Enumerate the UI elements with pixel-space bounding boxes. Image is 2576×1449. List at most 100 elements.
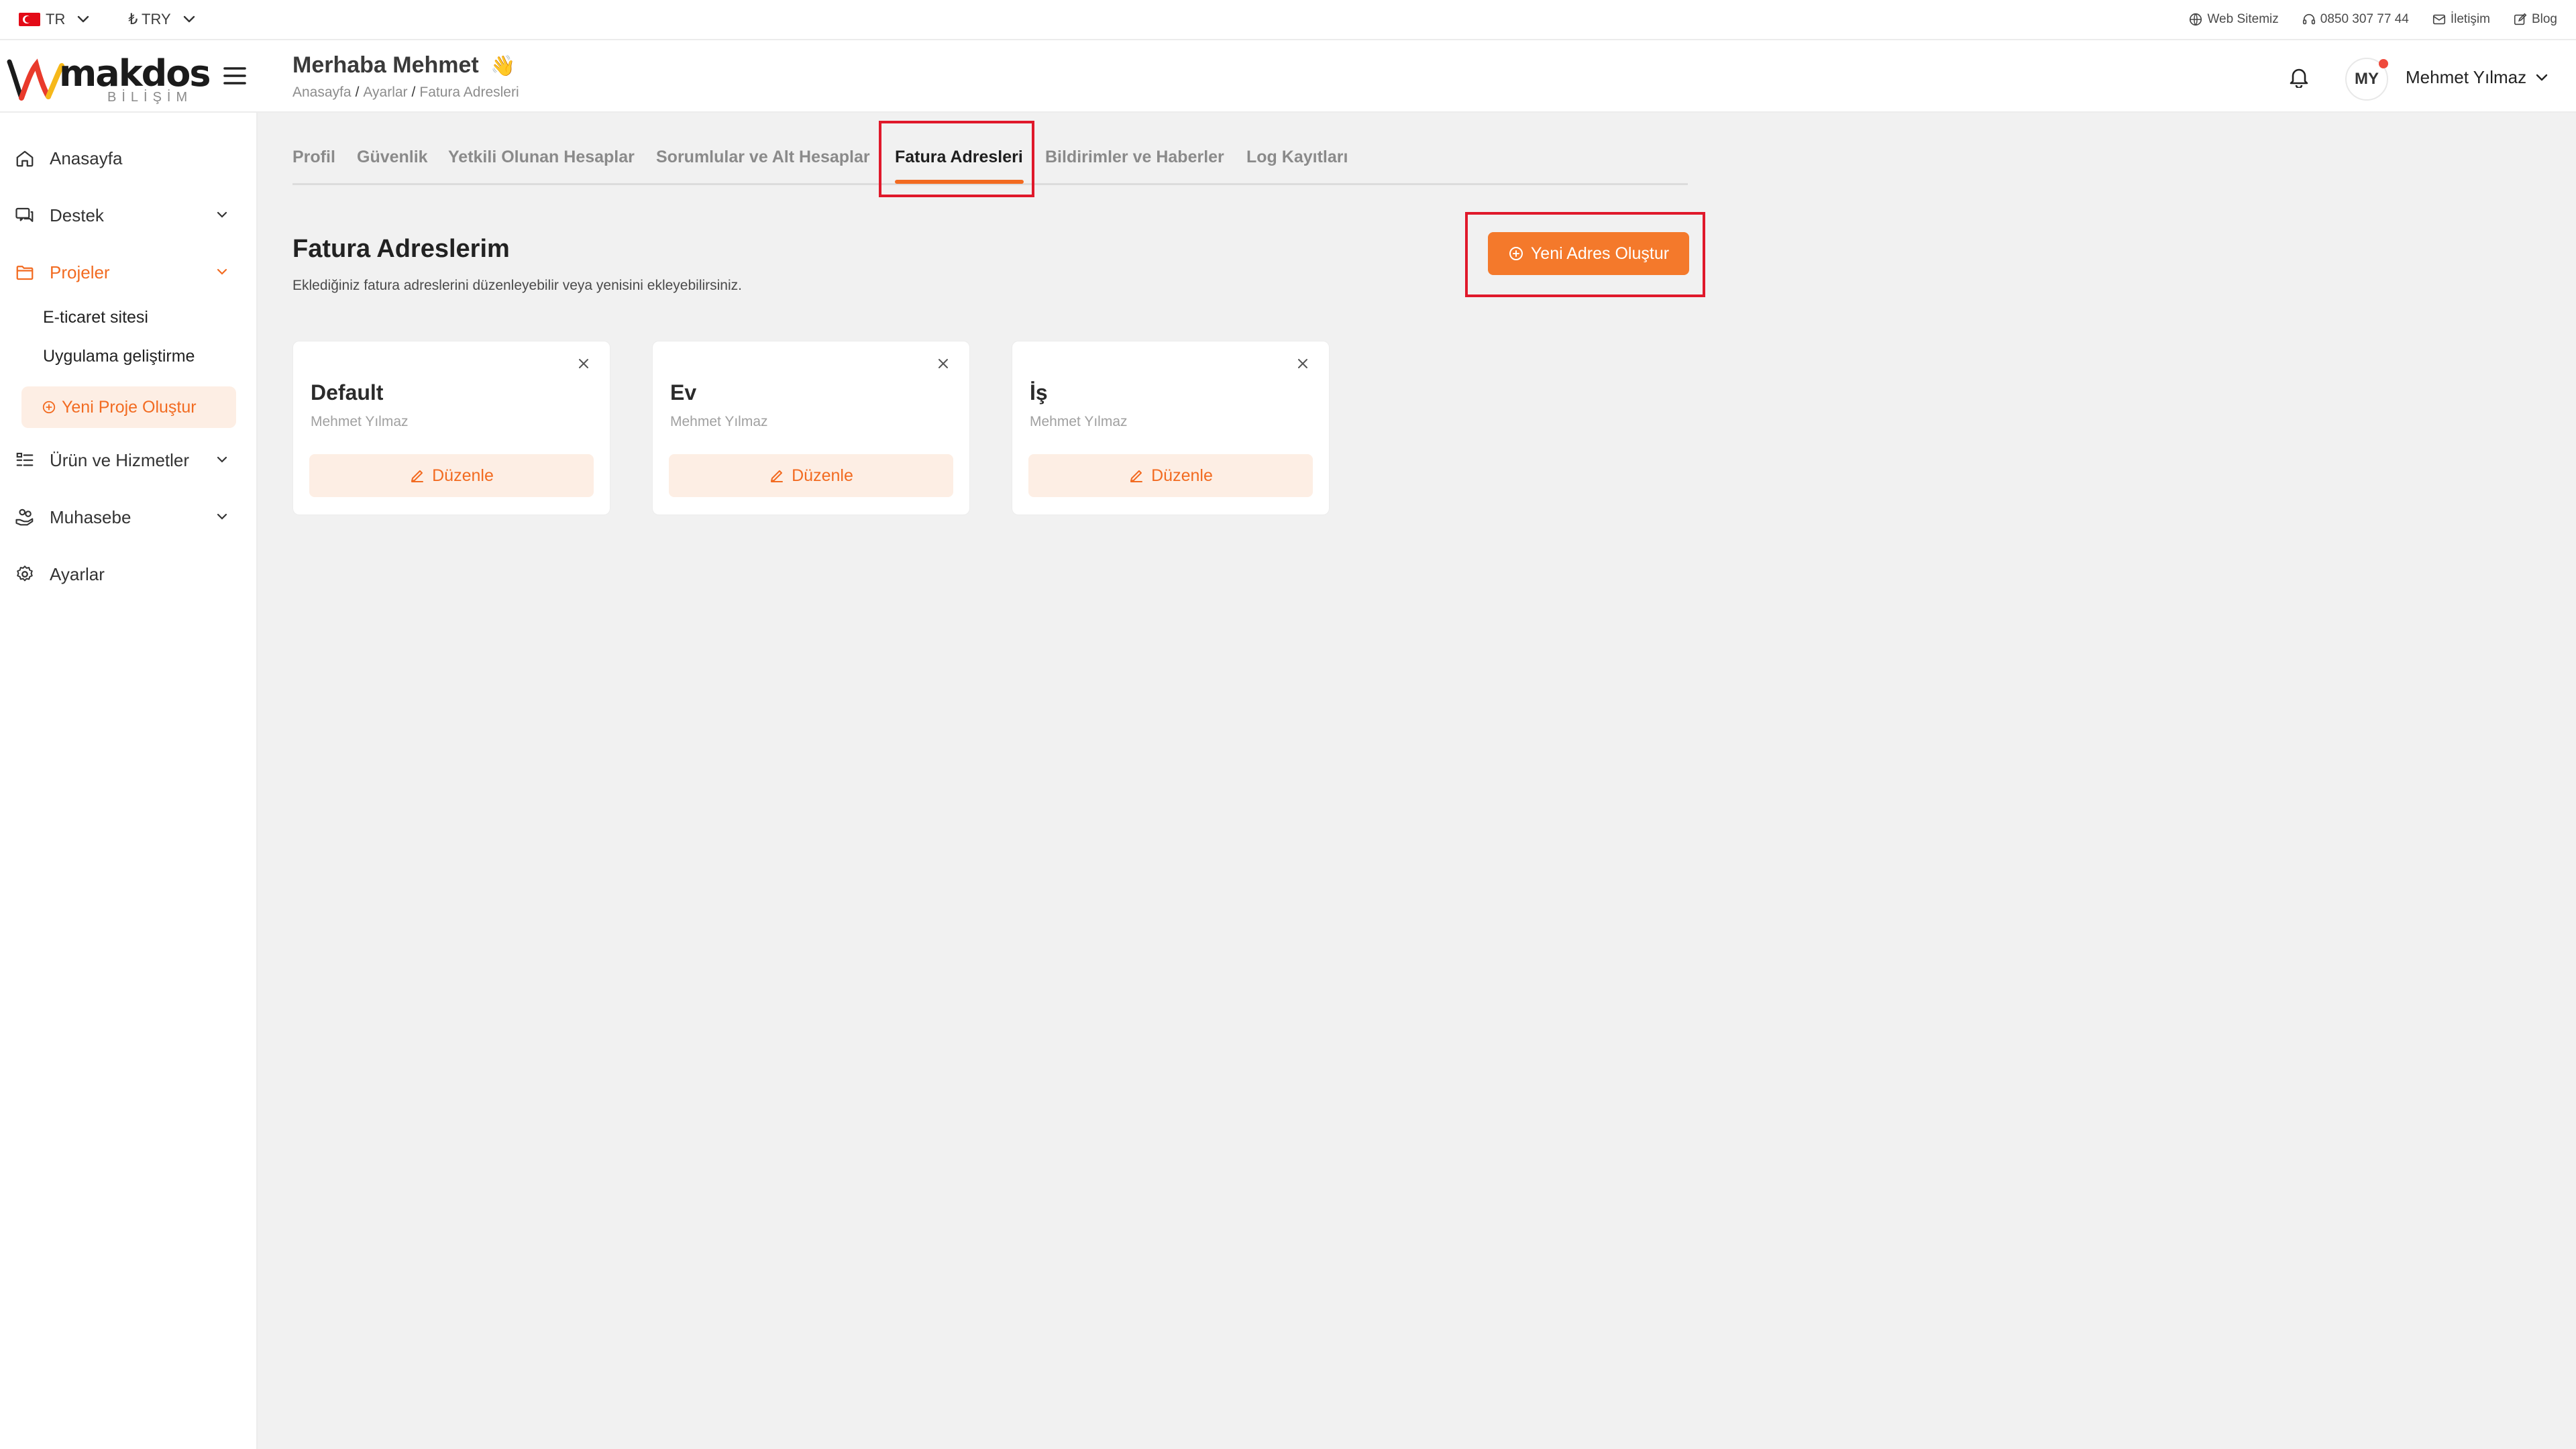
- headset-icon: [2302, 13, 2315, 25]
- sidebar-item-accounting[interactable]: Muhasebe: [0, 496, 258, 539]
- delete-address-button[interactable]: [934, 355, 952, 372]
- logo-wordmark: makdos: [59, 52, 211, 95]
- sidebar-subitem-ecommerce[interactable]: E-ticaret sitesi: [43, 308, 148, 327]
- makdos-logo-mark-icon: [7, 58, 64, 101]
- new-project-label: Yeni Proje Oluştur: [62, 397, 197, 417]
- gear-icon: [13, 563, 36, 586]
- delete-address-button[interactable]: [575, 355, 592, 372]
- address-title: İş: [1030, 380, 1048, 405]
- breadcrumb: Anasayfa / Ayarlar / Fatura Adresleri: [292, 85, 519, 100]
- sidebar-item-label: Ürün ve Hizmetler: [50, 449, 190, 470]
- notifications-button[interactable]: [2284, 62, 2314, 93]
- web-site-label: Web Sitemiz: [2207, 12, 2279, 26]
- sidebar-item-label: Muhasebe: [50, 506, 131, 527]
- currency-label: ₺ TRY: [128, 11, 171, 28]
- edit-address-button[interactable]: Düzenle: [1028, 454, 1313, 497]
- breadcrumb-home[interactable]: Anasayfa: [292, 85, 352, 100]
- tab-security[interactable]: Güvenlik: [357, 148, 428, 167]
- plus-circle-icon: [42, 400, 56, 414]
- address-title: Ev: [670, 380, 697, 405]
- turkey-flag-icon: [19, 13, 40, 26]
- sidebar-item-label: Projeler: [50, 262, 110, 282]
- language-select[interactable]: TR: [19, 11, 89, 28]
- edit-label: Düzenle: [792, 466, 853, 485]
- contact-link[interactable]: İletişim: [2432, 12, 2490, 27]
- sidebar-item-support[interactable]: Destek: [0, 194, 258, 237]
- sidebar-item-home[interactable]: Anasayfa: [0, 137, 258, 180]
- chevron-down-icon: [217, 456, 227, 463]
- coins-hand-icon: [13, 506, 36, 529]
- tab-authorized-accounts[interactable]: Yetkili Olunan Hesaplar: [448, 148, 635, 167]
- pencil-icon: [771, 470, 784, 482]
- edit-address-button[interactable]: Düzenle: [669, 454, 953, 497]
- tab-log-records[interactable]: Log Kayıtları: [1246, 148, 1348, 167]
- avatar[interactable]: MY: [2345, 58, 2388, 101]
- highlight-box-active-tab: [879, 121, 1034, 197]
- pencil-icon: [411, 470, 424, 482]
- app-header: makdos BİLİŞİM Merhaba Mehmet 👋 Anasayfa…: [0, 40, 2576, 113]
- logo-subtitle: BİLİŞİM: [107, 90, 193, 105]
- sidebar-item-label: Destek: [50, 205, 104, 225]
- delete-address-button[interactable]: [1294, 355, 1311, 372]
- pencil-icon: [1130, 470, 1143, 482]
- greeting-text: Merhaba Mehmet: [292, 52, 479, 78]
- chevron-down-icon: [217, 268, 227, 275]
- breadcrumb-settings[interactable]: Ayarlar: [363, 85, 407, 100]
- top-utility-bar: TR ₺ TRY Web Sitemiz 0850 307 77 44 İlet…: [0, 0, 2576, 40]
- phone-label: 0850 307 77 44: [2320, 12, 2409, 26]
- breadcrumb-current: Fatura Adresleri: [419, 85, 519, 100]
- mail-icon: [2432, 14, 2445, 25]
- makdos-logo[interactable]: makdos BİLİŞİM: [7, 50, 211, 105]
- address-card-home: Ev Mehmet Yılmaz Düzenle: [652, 341, 970, 515]
- avatar-initials: MY: [2355, 70, 2379, 88]
- chevron-down-icon: [183, 15, 195, 23]
- address-card-work: İş Mehmet Yılmaz Düzenle: [1012, 341, 1330, 515]
- address-owner: Mehmet Yılmaz: [670, 414, 768, 429]
- chevron-down-icon: [2536, 74, 2548, 80]
- top-links: Web Sitemiz 0850 307 77 44 İletişim Blog: [2188, 12, 2557, 27]
- edit-address-button[interactable]: Düzenle: [309, 454, 594, 497]
- web-site-link[interactable]: Web Sitemiz: [2188, 12, 2279, 27]
- blog-label: Blog: [2531, 12, 2557, 26]
- sidebar-item-products-services[interactable]: Ürün ve Hizmetler: [0, 439, 258, 482]
- locale-controls: TR ₺ TRY: [19, 11, 195, 28]
- sidebar-subitem-app-development[interactable]: Uygulama geliştirme: [43, 347, 195, 366]
- new-project-button[interactable]: Yeni Proje Oluştur: [21, 386, 236, 428]
- bell-icon: [2290, 68, 2308, 88]
- plus-circle-icon: [1509, 247, 1523, 260]
- tab-notifications-news[interactable]: Bildirimler ve Haberler: [1045, 148, 1224, 167]
- menu-toggle-button[interactable]: [223, 66, 247, 86]
- edit-icon: [2514, 13, 2527, 25]
- phone-link[interactable]: 0850 307 77 44: [2302, 12, 2409, 27]
- greeting: Merhaba Mehmet 👋: [292, 52, 516, 78]
- close-icon: [579, 359, 588, 368]
- tab-responsibles-sub-accounts[interactable]: Sorumlular ve Alt Hesaplar: [656, 148, 870, 167]
- currency-select[interactable]: ₺ TRY: [128, 11, 195, 28]
- new-address-button[interactable]: Yeni Adres Oluştur: [1488, 232, 1689, 275]
- list-icon: [13, 449, 36, 472]
- tab-profile[interactable]: Profil: [292, 148, 335, 167]
- sidebar-item-settings[interactable]: Ayarlar: [0, 553, 258, 596]
- home-icon: [13, 147, 36, 170]
- user-menu[interactable]: Mehmet Yılmaz: [2406, 67, 2548, 88]
- chat-icon: [13, 204, 36, 227]
- sidebar-item-label: Anasayfa: [50, 148, 123, 168]
- edit-label: Düzenle: [1151, 466, 1213, 485]
- blog-link[interactable]: Blog: [2513, 12, 2557, 27]
- page-title: Fatura Adreslerim: [292, 235, 510, 263]
- chevron-down-icon: [217, 211, 227, 218]
- address-title: Default: [311, 380, 384, 405]
- sidebar-item-label: Ayarlar: [50, 564, 105, 584]
- wave-emoji: 👋: [490, 55, 516, 77]
- address-card-default: Default Mehmet Yılmaz Düzenle: [292, 341, 610, 515]
- close-icon: [1298, 359, 1307, 368]
- hamburger-icon: [223, 67, 246, 85]
- chevron-down-icon: [217, 513, 227, 520]
- edit-label: Düzenle: [432, 466, 494, 485]
- folder-icon: [13, 261, 36, 284]
- contact-label: İletişim: [2450, 12, 2490, 26]
- user-name: Mehmet Yılmaz: [2406, 67, 2527, 87]
- sidebar-item-projects[interactable]: Projeler: [0, 251, 258, 294]
- new-address-label: Yeni Adres Oluştur: [1530, 244, 1670, 263]
- page-description: Eklediğiniz fatura adreslerini düzenleye…: [292, 278, 742, 293]
